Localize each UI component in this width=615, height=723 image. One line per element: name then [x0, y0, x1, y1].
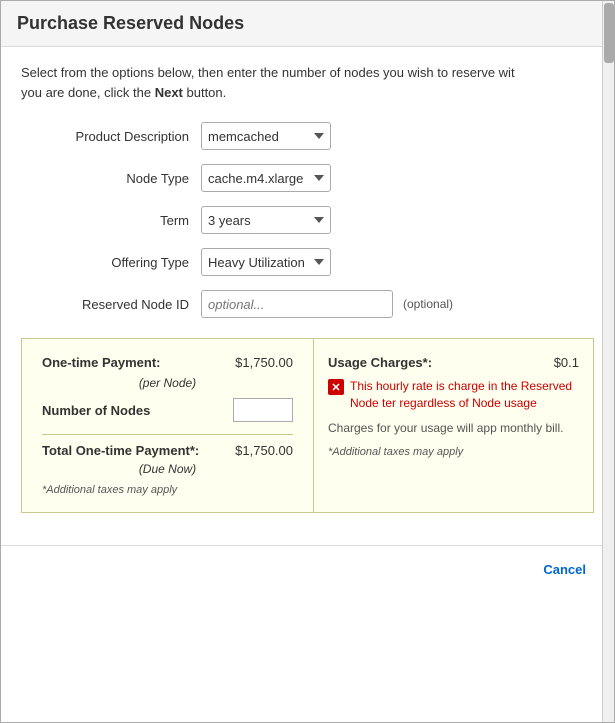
usage-error-text: This hourly rate is charge in the Reserv…: [350, 378, 579, 412]
one-time-payment-row: One-time Payment: $1,750.00: [42, 355, 293, 370]
total-payment-row: Total One-time Payment*: $1,750.00: [42, 434, 293, 458]
term-select[interactable]: 3 years: [201, 206, 331, 234]
usage-error-box: ✕ This hourly rate is charge in the Rese…: [328, 378, 579, 412]
offering-type-select[interactable]: Heavy Utilization: [201, 248, 331, 276]
purchase-reserved-nodes-modal: Purchase Reserved Nodes Select from the …: [0, 0, 615, 723]
left-taxes-note: *Additional taxes may apply: [42, 484, 293, 496]
usage-charges-value: $0.1: [554, 355, 579, 370]
number-of-nodes-row: Number of Nodes 1: [42, 398, 293, 422]
due-now-label: (Due Now): [42, 462, 293, 476]
reserved-node-id-label: Reserved Node ID: [21, 297, 201, 312]
modal-title: Purchase Reserved Nodes: [17, 13, 598, 34]
modal-body: Select from the options below, then ente…: [1, 47, 614, 545]
error-icon: ✕: [328, 379, 344, 395]
reserved-node-id-row: Reserved Node ID (optional): [21, 290, 594, 318]
payment-section: One-time Payment: $1,750.00 (per Node) N…: [21, 338, 594, 513]
number-of-nodes-label: Number of Nodes: [42, 403, 150, 418]
modal-header: Purchase Reserved Nodes: [1, 1, 614, 47]
intro-text: Select from the options below, then ente…: [21, 63, 594, 102]
usage-charges-panel: Usage Charges*: $0.1 ✕ This hourly rate …: [314, 339, 593, 512]
usage-charges-header-row: Usage Charges*: $0.1: [328, 355, 579, 370]
reserved-node-id-input[interactable]: [201, 290, 393, 318]
scrollbar[interactable]: [602, 1, 614, 722]
optional-label: (optional): [403, 297, 453, 311]
usage-charges-label: Usage Charges*:: [328, 355, 432, 370]
offering-type-label: Offering Type: [21, 255, 201, 270]
one-time-payment-value: $1,750.00: [235, 355, 293, 370]
node-type-row: Node Type cache.m4.xlarge: [21, 164, 594, 192]
per-node-label: (per Node): [42, 376, 293, 390]
number-of-nodes-input[interactable]: 1: [233, 398, 293, 422]
cancel-button[interactable]: Cancel: [535, 558, 594, 581]
product-description-label: Product Description: [21, 129, 201, 144]
offering-type-row: Offering Type Heavy Utilization: [21, 248, 594, 276]
one-time-payment-label: One-time Payment:: [42, 355, 160, 370]
product-description-select[interactable]: memcached: [201, 122, 331, 150]
node-type-select[interactable]: cache.m4.xlarge: [201, 164, 331, 192]
total-payment-label: Total One-time Payment*:: [42, 443, 199, 458]
usage-sub-text: Charges for your usage will app monthly …: [328, 420, 579, 437]
modal-footer: Cancel: [1, 545, 614, 593]
right-taxes-note: *Additional taxes may apply: [328, 446, 579, 458]
scrollbar-thumb[interactable]: [604, 3, 614, 63]
total-payment-value: $1,750.00: [235, 443, 293, 458]
one-time-payment-panel: One-time Payment: $1,750.00 (per Node) N…: [22, 339, 314, 512]
term-row: Term 3 years: [21, 206, 594, 234]
node-type-label: Node Type: [21, 171, 201, 186]
term-label: Term: [21, 213, 201, 228]
form-section: Product Description memcached Node Type …: [21, 122, 594, 318]
product-description-row: Product Description memcached: [21, 122, 594, 150]
